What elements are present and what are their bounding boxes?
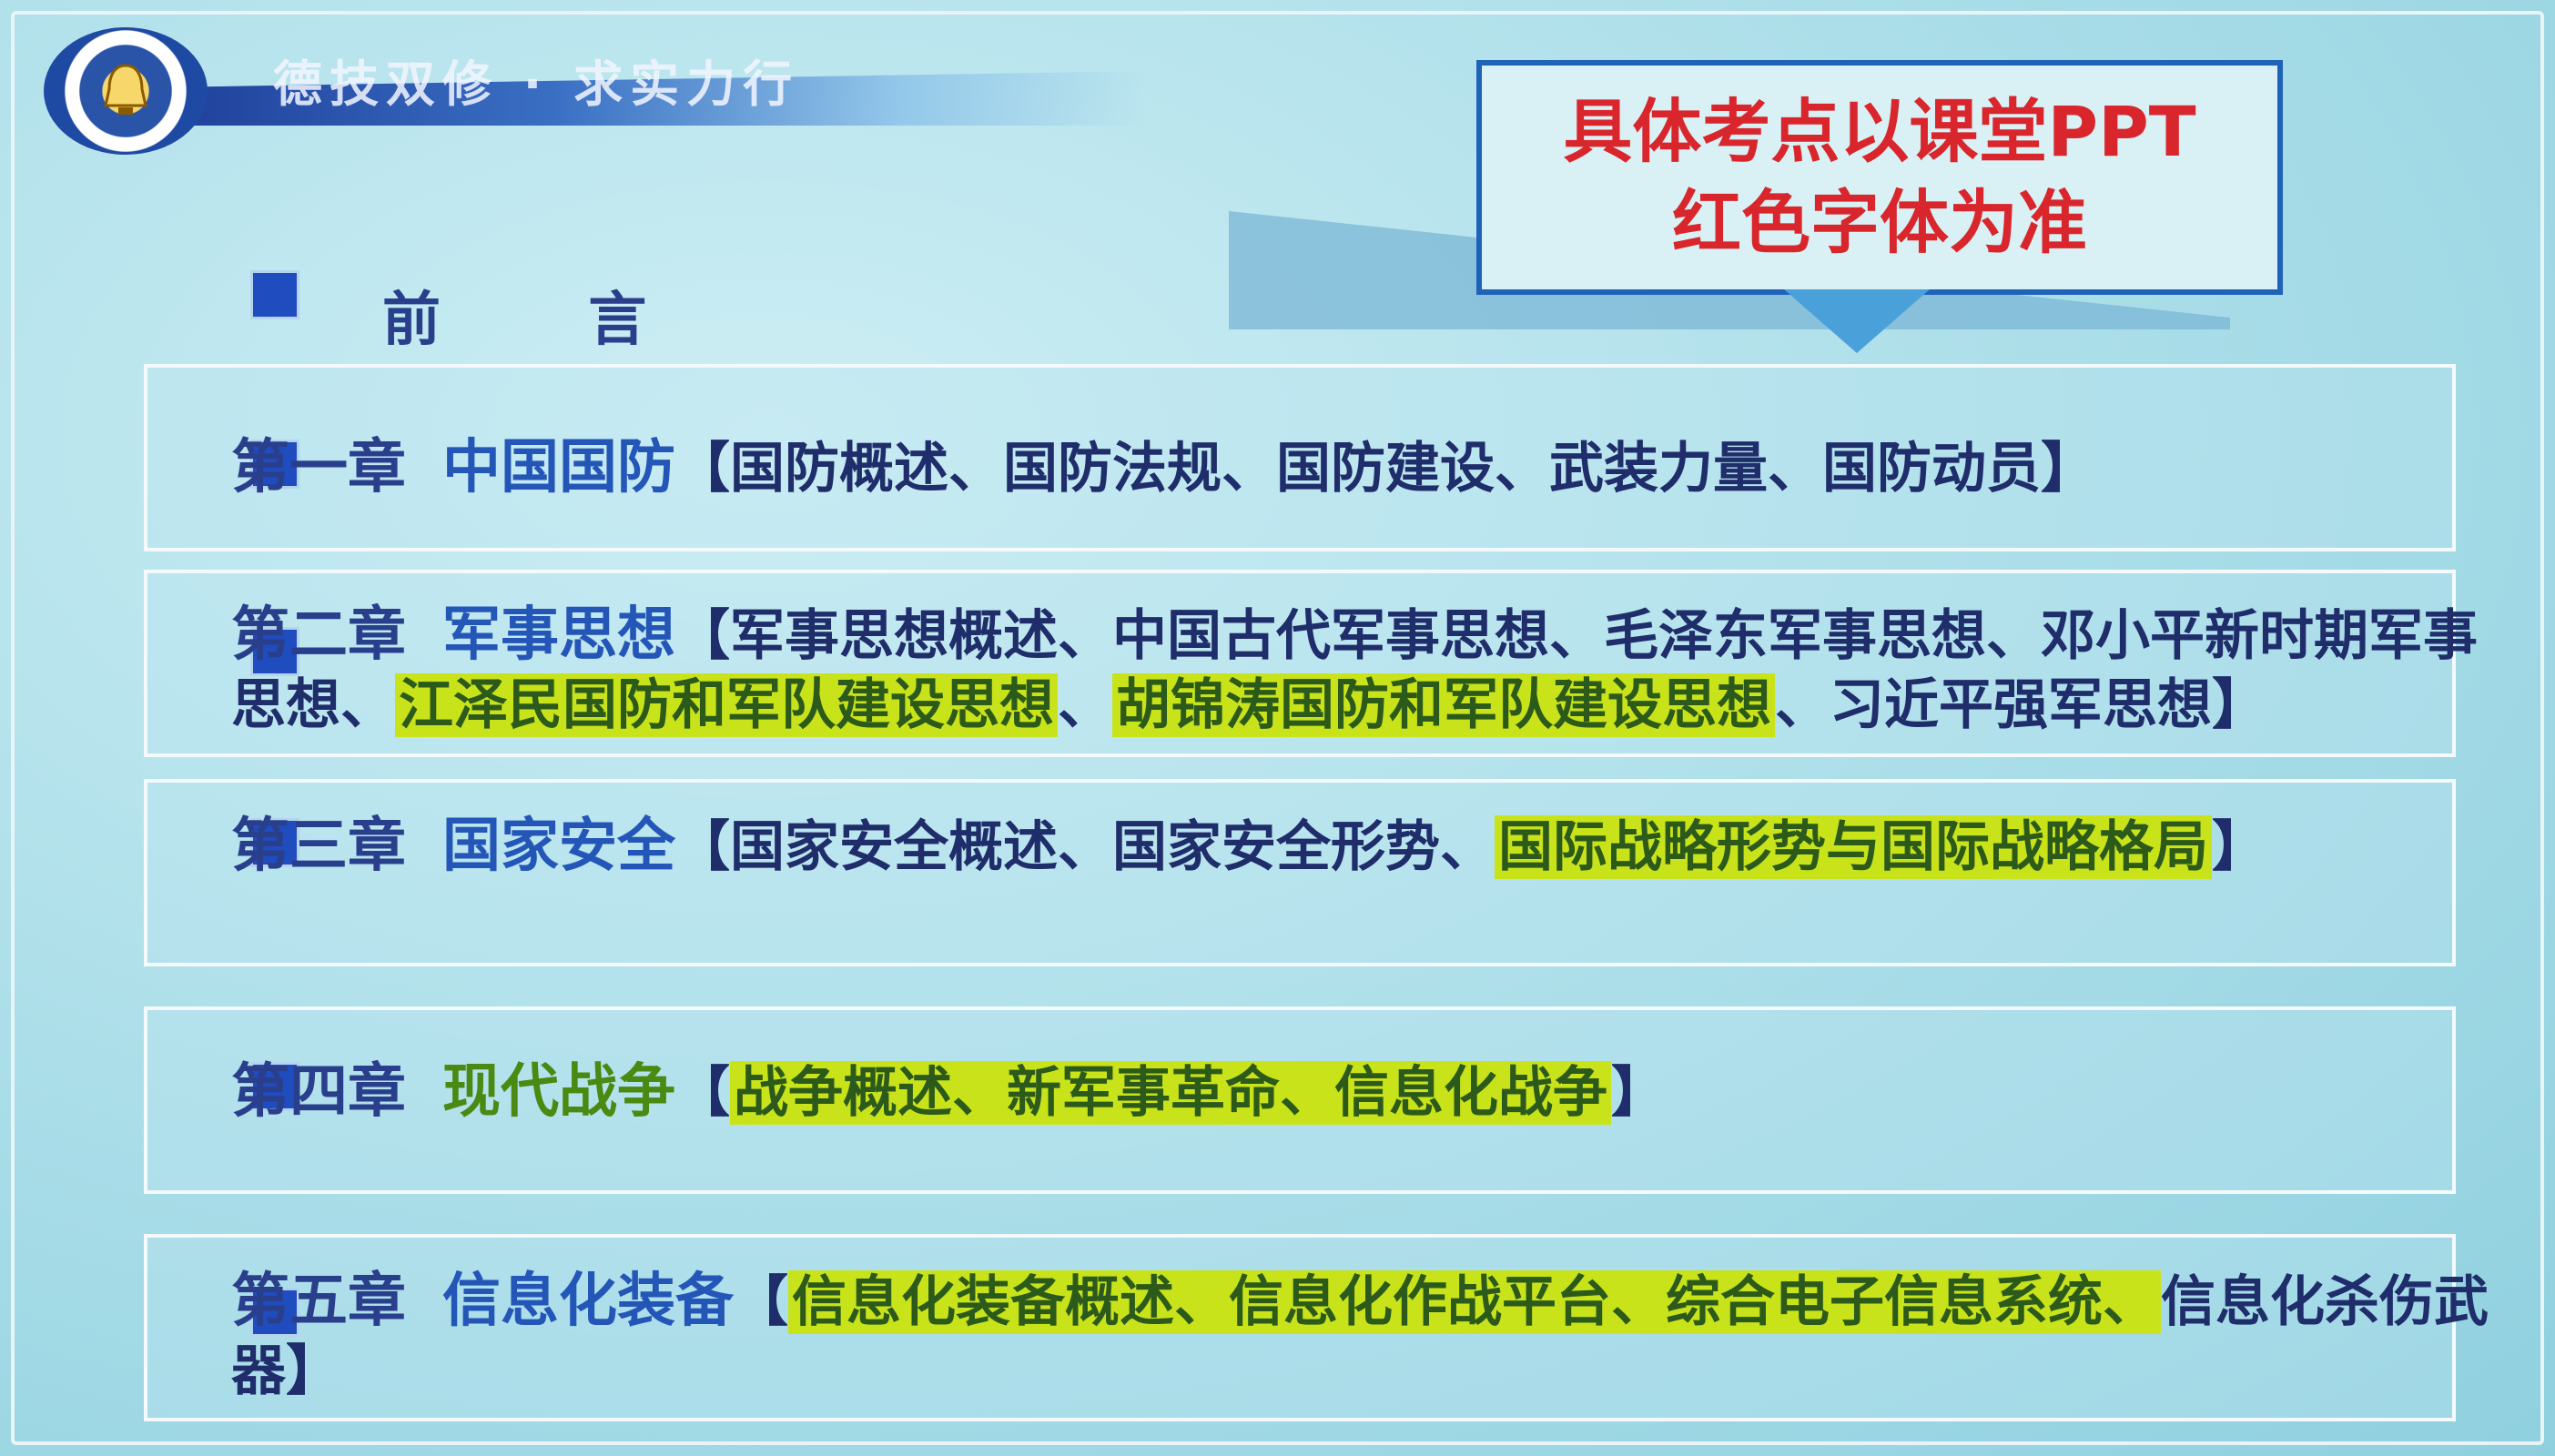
callout-line-1: 具体考点以课堂PPT [1563,91,2196,172]
highlighted-topic: 信息化装备概述、信息化作战平台、综合电子信息系统、 [788,1270,2161,1334]
chapter-title: 第三章 [231,813,406,880]
chapter-title: 第四章 [231,1058,406,1126]
callout-line-2: 红色字体为准 [1672,182,2087,263]
chapter-name: 国家安全 [442,813,675,880]
bullet-square-icon [253,273,297,317]
bracket-open: 【 [675,1061,730,1125]
chapter-2-content: 第二章 军事思想【军事思想概述、中国古代军事思想、毛泽东军事思想、邓小平新时期军事… [231,601,2519,740]
preface-label: 前 言 [382,287,711,354]
chapter-4-content: 第四章 现代战争【战争概述、新军事革命、信息化战争】 [231,1057,2519,1127]
highlighted-topic: 国际战略形势与国际战略格局 [1495,815,2212,879]
callout-box: 具体考点以课堂PPT 红色字体为准 [1476,60,2283,295]
bracket-open: 【 [675,604,730,668]
chapter-title: 第二章 [231,602,406,669]
chapter-5-content: 第五章 信息化装备【信息化装备概述、信息化作战平台、综合电子信息系统、信息化杀伤武… [231,1267,2519,1406]
chapter-name: 中国国防 [442,434,675,501]
chapter-name: 军事思想 [442,602,675,669]
bracket-open: 【 [675,815,730,879]
slide-screen: 德技双修 · 求实力行 具体考点以课堂PPT 红色字体为准 前 言 第一章 中国国… [0,0,2555,1456]
highlighted-topic: 江泽民国防和军队建设思想 [395,673,1058,737]
highlighted-topic: 战争概述、新军事革命、信息化战争 [730,1061,1611,1125]
highlighted-topic: 胡锦涛国防和军队建设思想 [1112,673,1775,737]
bracket-close: 】 [2212,815,2266,879]
chapter-name: 现代战争 [442,1058,675,1126]
bracket-close: 】 [2212,673,2266,737]
chapter-title: 第一章 [231,434,406,501]
bracket-open: 【 [734,1270,788,1334]
bell-emblem-icon [44,27,208,155]
chapter-topics: 、习近平强军思想 [1775,673,2212,737]
bracket-open: 【 [675,437,730,500]
chapter-1-content: 第一章 中国国防【国防概述、国防法规、国防建设、武装力量、国防动员】 [231,433,2519,503]
chapter-3-content: 第三章 国家安全【国家安全概述、国家安全形势、国际战略形势与国际战略格局】 [231,812,2519,882]
bell-icon [104,64,147,115]
chapter-topics: 国防概述、国防法规、国防建设、武装力量、国防动员 [730,437,2041,500]
bracket-close: 】 [286,1340,340,1403]
bracket-close: 】 [2041,437,2095,500]
bracket-close: 】 [1611,1061,1666,1125]
separator: 、 [1058,673,1112,737]
chapter-name: 信息化装备 [442,1268,734,1335]
header-slogan: 德技双修 · 求实力行 [273,56,800,113]
chapter-title: 第五章 [231,1268,406,1335]
chapter-topics: 国家安全概述、国家安全形势、 [730,815,1495,879]
